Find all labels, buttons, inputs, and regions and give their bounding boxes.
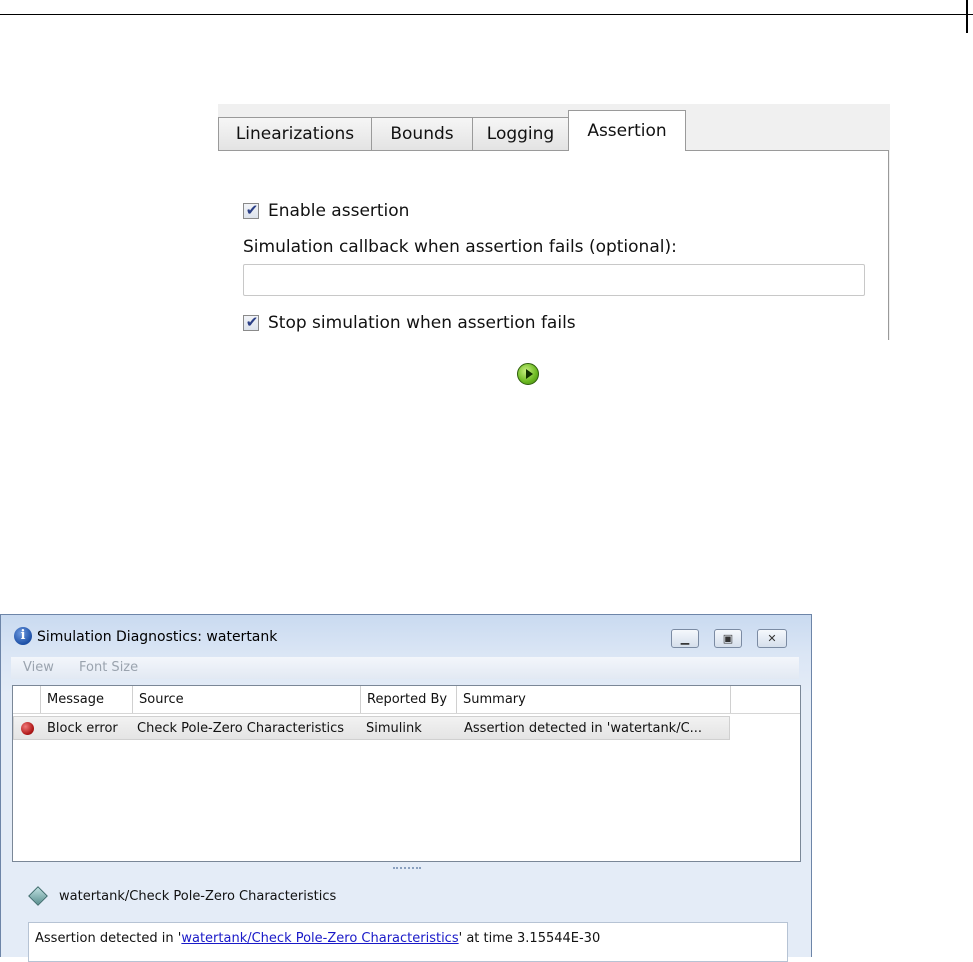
header-summary[interactable]: Summary	[457, 686, 731, 713]
info-icon: i	[14, 627, 32, 645]
window-titlebar[interactable]: i Simulation Diagnostics: watertank ▁ ▣ …	[1, 615, 811, 649]
pane-splitter[interactable]	[393, 867, 421, 873]
tab-linearizations[interactable]: Linearizations	[218, 117, 372, 150]
detail-prefix: Assertion detected in '	[35, 931, 182, 946]
minimize-icon[interactable]: ▁	[671, 629, 699, 648]
row-message: Block error	[47, 721, 118, 736]
window-title: Simulation Diagnostics: watertank	[37, 629, 278, 645]
table-row[interactable]: Block error Check Pole-Zero Characterist…	[13, 716, 730, 740]
enable-assertion-row[interactable]: ✔ Enable assertion	[243, 199, 409, 223]
table-header: Message Source Reported By Summary	[13, 686, 800, 714]
error-icon	[21, 722, 34, 735]
stop-simulation-label: Stop simulation when assertion fails	[268, 313, 576, 333]
tab-assertion[interactable]: Assertion	[568, 110, 686, 151]
tab-logging[interactable]: Logging	[472, 117, 569, 150]
message-detail-text: Assertion detected in 'watertank/Check P…	[35, 931, 600, 946]
maximize-icon[interactable]: ▣	[714, 629, 742, 648]
stop-simulation-row[interactable]: ✔ Stop simulation when assertion fails	[243, 311, 576, 335]
row-summary: Assertion detected in 'watertank/C...	[464, 721, 703, 736]
page-top-rule	[0, 14, 973, 15]
enable-assertion-label: Enable assertion	[268, 201, 410, 221]
diagnostics-table: Message Source Reported By Summary Block…	[12, 685, 801, 862]
header-source[interactable]: Source	[133, 686, 361, 713]
detail-suffix: ' at time 3.15544E-30	[458, 931, 601, 946]
row-reported-by: Simulink	[366, 721, 422, 736]
close-icon[interactable]: ✕	[757, 629, 787, 648]
block-link[interactable]: watertank/Check Pole-Zero Characteristic…	[181, 931, 458, 946]
diagnostics-window: i Simulation Diagnostics: watertank ▁ ▣ …	[0, 614, 812, 962]
checkmark-icon: ✔	[245, 201, 259, 219]
play-icon[interactable]	[517, 363, 539, 385]
tab-bounds[interactable]: Bounds	[371, 117, 473, 150]
selected-block-path: watertank/Check Pole-Zero Characteristic…	[59, 889, 337, 904]
tab-strip: Linearizations Bounds Logging Assertion	[218, 104, 890, 151]
assertion-settings: ✔ Enable assertion Simulation callback w…	[218, 150, 889, 340]
menu-font-size[interactable]: Font Size	[79, 660, 138, 675]
menu-view[interactable]: View	[23, 660, 54, 675]
block-icon	[28, 886, 48, 906]
callback-label: Simulation callback when assertion fails…	[243, 237, 677, 257]
message-detail-box: Assertion detected in 'watertank/Check P…	[28, 922, 788, 962]
callback-input[interactable]	[243, 264, 865, 296]
menu-bar: View Font Size	[11, 657, 799, 679]
enable-assertion-checkbox[interactable]: ✔	[243, 201, 259, 219]
header-reported-by[interactable]: Reported By	[361, 686, 457, 713]
header-message[interactable]: Message	[41, 686, 133, 713]
row-source: Check Pole-Zero Characteristics	[137, 721, 344, 736]
header-icon-column	[13, 686, 41, 713]
checkmark-icon: ✔	[245, 313, 259, 331]
stop-simulation-checkbox[interactable]: ✔	[243, 313, 259, 331]
assertion-tab-panel: Linearizations Bounds Logging Assertion …	[218, 104, 890, 340]
page-corner-mark	[966, 0, 968, 33]
